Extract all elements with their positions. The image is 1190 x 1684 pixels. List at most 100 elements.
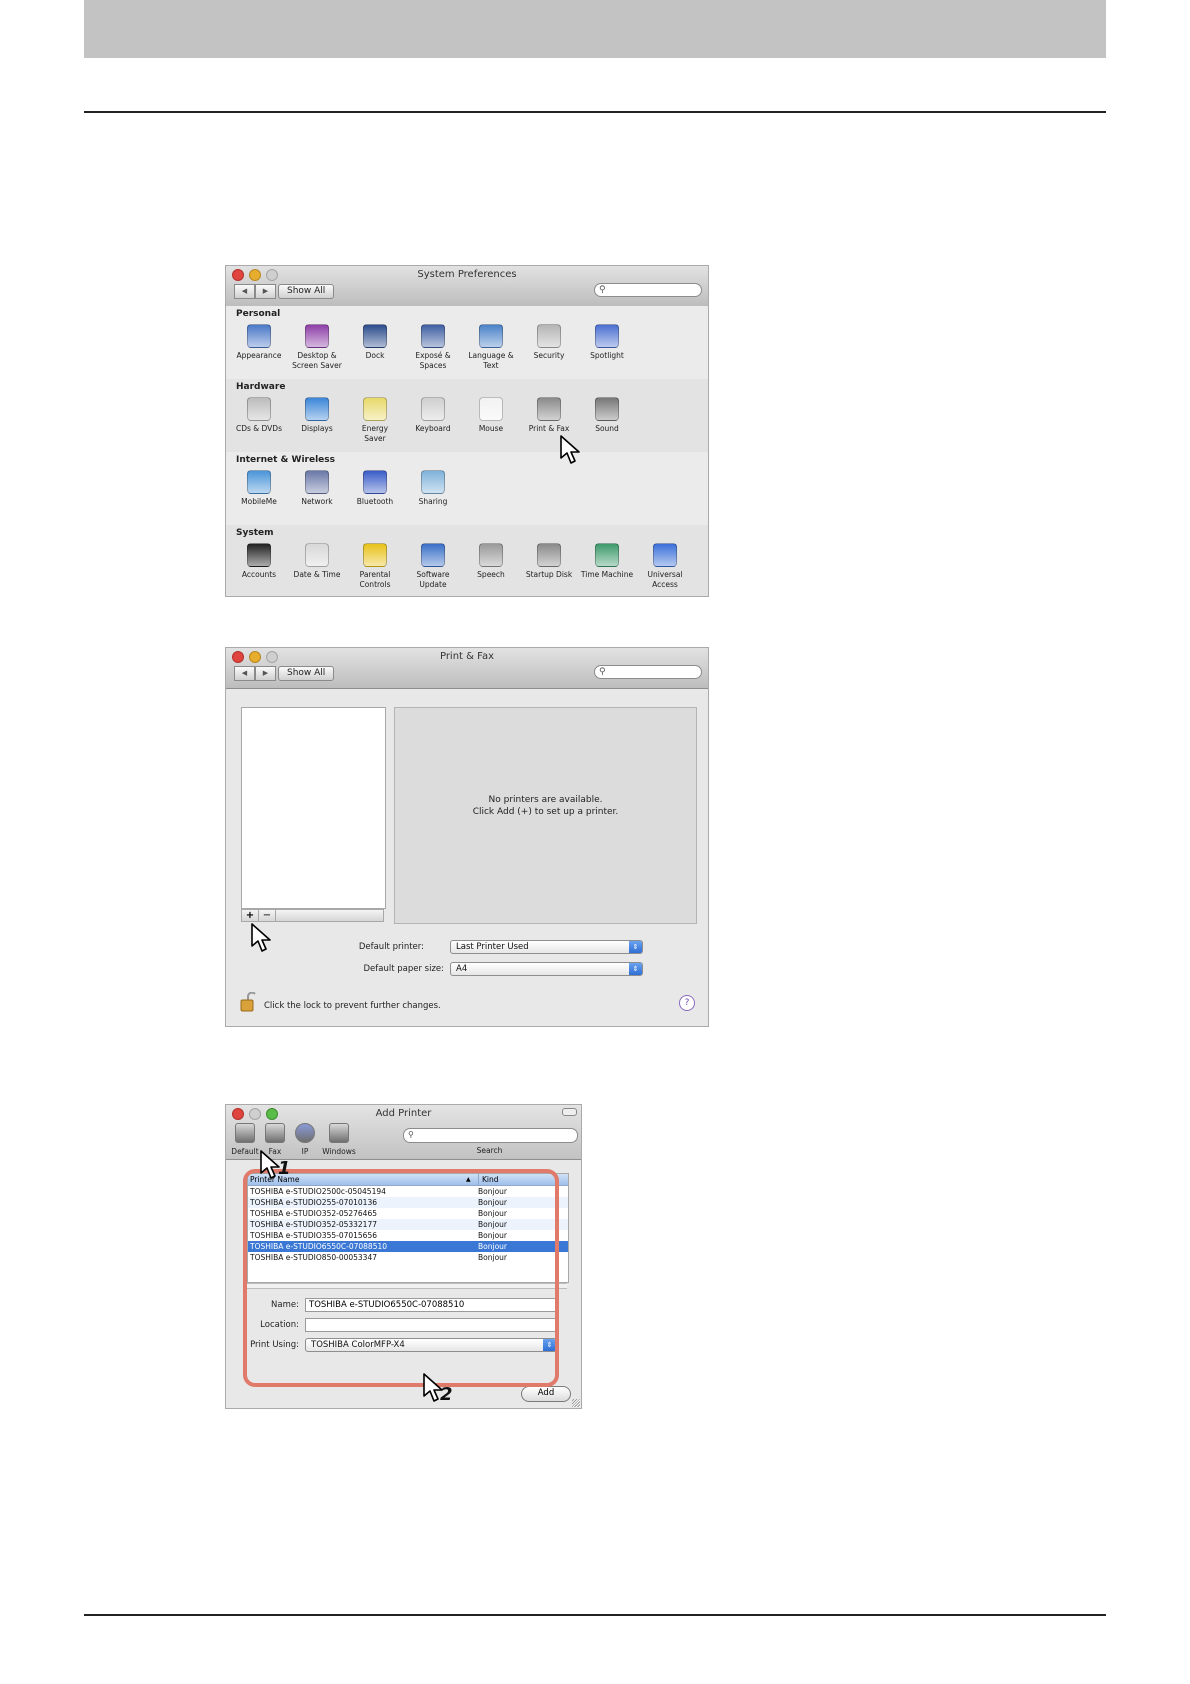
pref-pane-flag[interactable]: Language & Text [462,324,520,370]
toolbar-ip-button[interactable]: IP [288,1123,322,1156]
printer-kind-cell: Bonjour [478,1198,507,1207]
footer-rule [84,1614,1106,1616]
location-field[interactable] [305,1318,557,1332]
paper-size-value: A4 [456,964,468,974]
window-title: Add Printer [375,1108,432,1119]
default-printer-select[interactable]: Last Printer Used ⇕ [450,940,643,954]
pref-pane-mouse[interactable]: Mouse [462,397,520,434]
search-icon: ⚲ [599,285,606,295]
printer-name-field[interactable]: TOSHIBA e-STUDIO6550C-07088510 [305,1298,557,1312]
print-using-label: Print Using: [250,1340,299,1350]
table-row[interactable]: TOSHIBA e-STUDIO850-00053347 Bonjour [248,1252,568,1263]
pref-pane-printer[interactable]: Print & Fax [520,397,578,434]
expose-icon [421,324,445,348]
pref-pane-display[interactable]: Displays [288,397,346,434]
back-button[interactable]: ◀ [234,284,255,299]
show-all-button[interactable]: Show All [278,666,335,681]
pref-pane-desktop[interactable]: Desktop & Screen Saver [288,324,346,370]
pref-pane-spotlight[interactable]: Spotlight [578,324,636,361]
table-row[interactable]: TOSHIBA e-STUDIO352-05332177 Bonjour [248,1219,568,1230]
globe-icon [295,1123,315,1143]
pref-pane-bulb[interactable]: Energy Saver [346,397,404,443]
location-label: Location: [260,1320,299,1330]
pref-pane-disk[interactable]: Startup Disk [520,543,578,580]
back-button[interactable]: ◀ [234,666,255,681]
column-kind[interactable]: Kind [478,1174,499,1185]
table-row[interactable]: TOSHIBA e-STUDIO255-07010136 Bonjour [248,1197,568,1208]
pref-pane-house-lock[interactable]: Security [520,324,578,361]
pref-pane-label: Sound [595,424,619,433]
pref-pane-label: Network [301,497,333,506]
pref-pane-cloud[interactable]: MobileMe [230,470,288,507]
pref-pane-globe[interactable]: Network [288,470,346,507]
toolbar-toggle-button[interactable] [562,1108,577,1116]
pref-pane-expose[interactable]: Exposé & Spaces [404,324,462,370]
pref-pane-folder[interactable]: Sharing [404,470,462,507]
pref-pane-label: Bluetooth [356,497,394,506]
remove-printer-button[interactable]: − [259,910,276,921]
printer-search-input[interactable]: ⚲ [403,1128,578,1143]
pref-pane-users[interactable]: Accounts [230,543,288,580]
pref-pane-microphone[interactable]: Speech [462,543,520,580]
pref-pane-parental[interactable]: Parental Controls [346,543,404,589]
update-icon [421,543,445,567]
paper-size-select[interactable]: A4 ⇕ [450,962,643,976]
toolbar-label: Default [231,1147,259,1156]
forward-button[interactable]: ▶ [255,666,276,681]
mouse-icon [479,397,503,421]
printer-name-cell: TOSHIBA e-STUDIO352-05332177 [250,1220,377,1229]
search-input[interactable]: ⚲ [594,665,702,679]
printer-kind-cell: Bonjour [478,1209,507,1218]
pref-pane-label: Desktop & Screen Saver [292,351,342,370]
pref-pane-accessibility[interactable]: Universal Access [636,543,694,589]
printer-list[interactable] [241,707,386,909]
table-row[interactable]: TOSHIBA e-STUDIO352-05276465 Bonjour [248,1208,568,1219]
pref-pane-clock[interactable]: Date & Time [288,543,346,580]
title-bar: Print & Fax ◀ ▶ Show All ⚲ [226,648,708,689]
table-header: Printer Name ▲ Kind [248,1174,568,1186]
printer-name-cell: TOSHIBA e-STUDIO850-00053347 [250,1253,377,1262]
keyboard-icon [421,397,445,421]
pref-pane-label: Appearance [236,351,282,360]
disc-icon [247,397,271,421]
header-rule [84,111,1106,113]
add-button[interactable]: Add [521,1386,571,1402]
printer-name-cell: TOSHIBA e-STUDIO352-05276465 [250,1209,377,1218]
printer-name-cell: TOSHIBA e-STUDIO6550C-07088510 [250,1242,388,1251]
lock-icon[interactable] [240,991,256,1012]
search-input[interactable]: ⚲ [594,283,702,297]
sort-ascending-icon: ▲ [466,1176,471,1183]
driver-select[interactable]: TOSHIBA ColorMFP-X4 ⇕ [305,1338,557,1352]
title-bar: System Preferences ◀ ▶ Show All ⚲ [226,266,708,307]
search-icon: ⚲ [599,667,606,677]
resize-grip-icon[interactable] [572,1399,580,1407]
bulb-icon [363,397,387,421]
table-row[interactable]: TOSHIBA e-STUDIO355-07015656 Bonjour [248,1230,568,1241]
table-row[interactable]: TOSHIBA e-STUDIO2500c-05045194 Bonjour [248,1186,568,1197]
pref-pane-update[interactable]: Software Update [404,543,462,589]
pref-pane-keyboard[interactable]: Keyboard [404,397,462,434]
toolbar-default-button[interactable]: Default [228,1123,262,1156]
printer-table[interactable]: Printer Name ▲ Kind TOSHIBA e-STUDIO2500… [247,1173,569,1283]
table-row[interactable]: TOSHIBA e-STUDIO6550C-07088510 Bonjour [248,1241,568,1252]
pref-pane-dock[interactable]: Dock [346,324,404,361]
section-hardware: Hardware CDs & DVDs Displays Energy Saver Ke… [226,379,708,453]
pref-pane-disc[interactable]: CDs & DVDs [230,397,288,434]
pref-pane-speaker[interactable]: Sound [578,397,636,434]
appearance-icon [247,324,271,348]
split-divider[interactable] [247,1283,567,1289]
pref-pane-appearance[interactable]: Appearance [230,324,288,361]
empty-message: No printers are available. [488,795,603,805]
pref-pane-label: Displays [301,424,333,433]
pref-pane-bluetooth[interactable]: Bluetooth [346,470,404,507]
toolbar-windows-button[interactable]: Windows [322,1123,356,1156]
pref-pane-time-machine[interactable]: Time Machine [578,543,636,580]
show-all-button[interactable]: Show All [278,284,335,299]
pref-pane-label: Print & Fax [528,424,570,433]
help-button[interactable]: ? [679,995,695,1011]
parental-icon [363,543,387,567]
forward-button[interactable]: ▶ [255,284,276,299]
dock-icon [363,324,387,348]
section-heading: Internet & Wireless [236,455,335,465]
add-printer-button[interactable]: + [242,910,259,921]
